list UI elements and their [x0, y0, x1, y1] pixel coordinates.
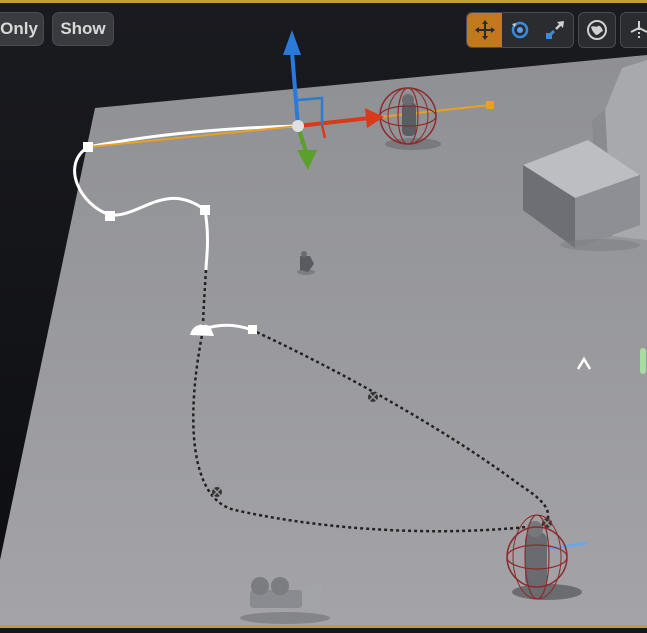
waypoint-marker[interactable] — [212, 487, 222, 497]
gizmo-pivot[interactable] — [292, 120, 304, 132]
tangent-handle[interactable] — [486, 101, 494, 109]
camera-actor[interactable] — [240, 577, 330, 624]
cube-shadow — [560, 239, 640, 251]
scale-icon — [543, 18, 567, 42]
translate-tool[interactable] — [467, 13, 502, 47]
viewport-top-border — [0, 0, 647, 3]
world-space-toggle[interactable] — [579, 13, 614, 47]
surface-snap-group — [620, 12, 647, 48]
waypoint-marker[interactable] — [368, 392, 378, 402]
show-button[interactable]: Show — [52, 12, 114, 46]
rotate-icon — [508, 18, 532, 42]
rotate-tool[interactable] — [502, 13, 537, 47]
translate-icon — [473, 18, 497, 42]
world-space-icon — [585, 18, 609, 42]
spline-point[interactable] — [105, 211, 115, 221]
spline-point[interactable] — [200, 205, 210, 215]
surface-snap-icon — [627, 18, 647, 42]
level-viewport[interactable]: Only Show — [0, 0, 647, 628]
trigger-volume-marker[interactable] — [640, 348, 646, 374]
coordinate-space-group — [578, 12, 616, 48]
floor-plane[interactable] — [0, 55, 647, 628]
spline-point[interactable] — [83, 142, 93, 152]
surface-snap-toggle[interactable] — [621, 13, 647, 47]
scale-tool[interactable] — [537, 13, 572, 47]
only-button[interactable]: Only — [0, 12, 44, 46]
viewport-scene[interactable] — [0, 0, 647, 628]
transform-tools-group — [466, 12, 574, 48]
spline-point[interactable] — [248, 325, 257, 334]
